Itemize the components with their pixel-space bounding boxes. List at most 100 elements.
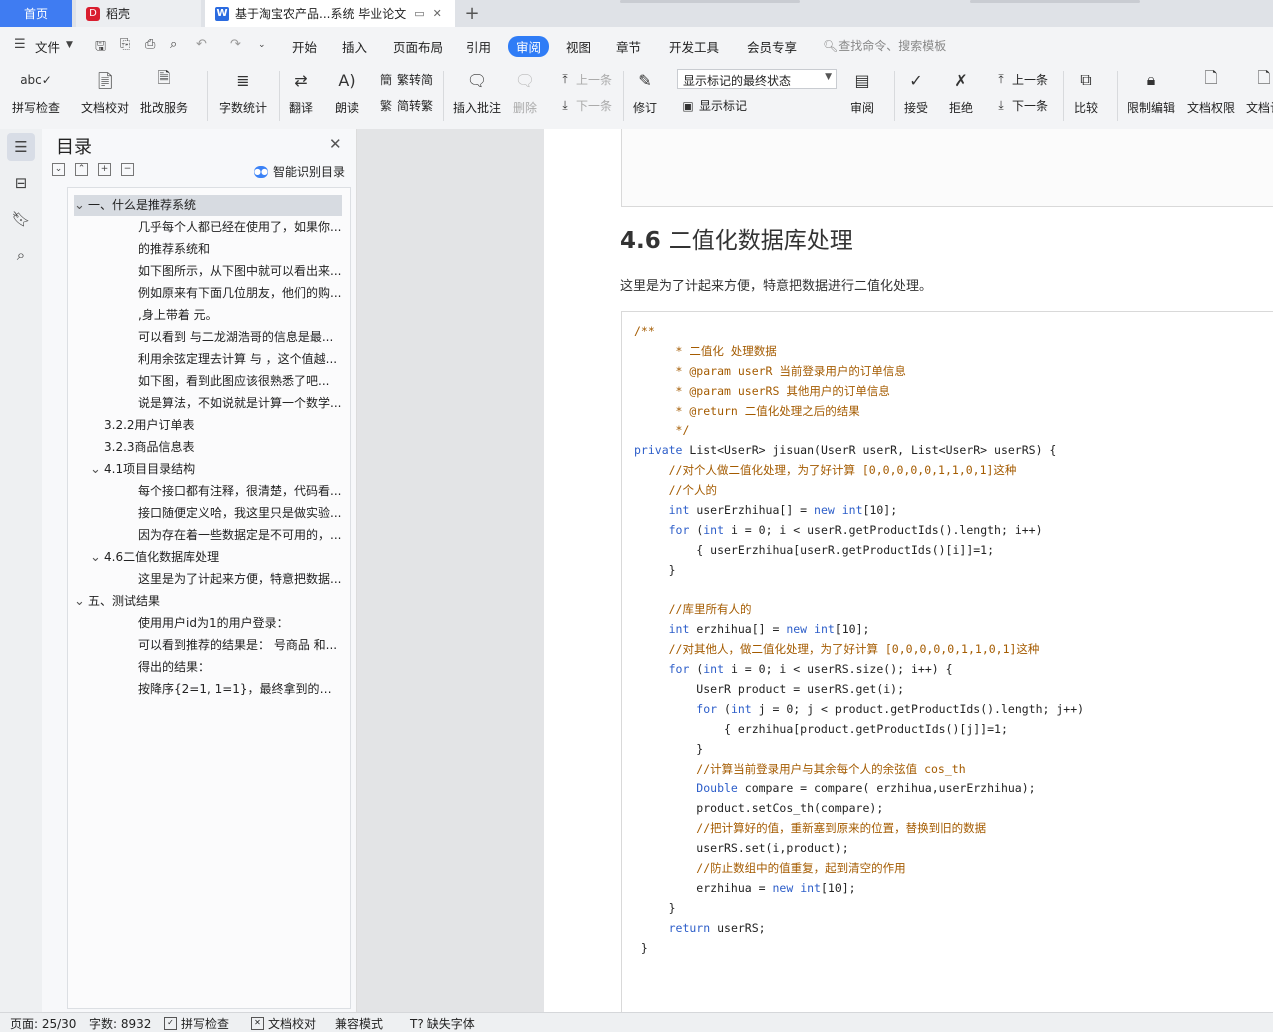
toc-item[interactable]: 因为存在着一些数据定是不可用的，... — [138, 525, 342, 546]
code-line: Double compare = compare( erzhihua,userE… — [634, 779, 1084, 799]
menu-review[interactable]: 审阅 — [508, 36, 550, 57]
tab-daoke[interactable]: D 稻壳 — [76, 0, 201, 27]
toc-item[interactable]: 如下图，看到此图应该很熟悉了吧... — [138, 371, 342, 392]
toc-item[interactable]: 几乎每个人都已经在使用了，如果你... — [138, 217, 342, 238]
chevron-down-icon[interactable]: ⌄ — [90, 547, 104, 568]
body-paragraph: 这里是为了计起来方便，特意把数据进行二值化处理。 — [620, 279, 933, 294]
show-markup-button[interactable]: ▣ 显示标记 — [680, 97, 747, 114]
tab-document[interactable]: W 基于淘宝农产品...系统 毕业论文 ▭ ✕ — [205, 0, 455, 27]
next-change-button[interactable]: ⤓ 下一条 — [993, 97, 1048, 114]
toc-item[interactable]: 得出的结果： — [138, 657, 342, 678]
reject-icon: ✗ — [954, 70, 968, 90]
customize-icon[interactable]: ⌄ — [258, 40, 266, 50]
prev-change-button[interactable]: ⤒ 上一条 — [993, 71, 1048, 88]
add-heading-icon[interactable]: + — [98, 163, 111, 176]
menu-page-layout[interactable]: 页面布局 — [393, 37, 443, 56]
redo-icon[interactable]: ↷ — [230, 37, 241, 52]
missing-font-button[interactable]: T? 缺失字体 — [410, 1015, 475, 1032]
toc-item[interactable]: 3.2.2用户订单表 — [104, 415, 342, 436]
revise-button[interactable]: ✎ 修订 — [632, 67, 658, 116]
chevron-down-icon[interactable]: ▼ — [66, 40, 73, 50]
translate-button[interactable]: ⇄ 翻译 — [288, 67, 314, 116]
toc-item[interactable]: 利用余弦定理去计算 与 ，这个值越... — [138, 349, 342, 370]
status-doc-proof[interactable]: ✕ 文档校对 — [251, 1015, 316, 1032]
smart-toc-button[interactable]: ●● 智能识别目录 — [254, 163, 345, 180]
delete-comment-button[interactable]: 🗨︎ 删除 — [512, 67, 538, 116]
chevron-down-icon[interactable]: ⌄ — [74, 591, 88, 612]
new-tab-button[interactable]: + — [458, 0, 486, 27]
expand-all-icon[interactable]: ⌄ — [52, 163, 65, 176]
revise-service-button[interactable]: 🗎 批改服务 — [140, 67, 188, 116]
reject-button[interactable]: ✗ 拒绝 — [948, 67, 974, 116]
print-icon[interactable]: ⎙ — [145, 37, 155, 52]
tab-close-icon[interactable]: ✕ — [433, 7, 442, 20]
save-icon[interactable]: 🖫 — [95, 37, 106, 59]
markup-state-select[interactable]: 显示标记的最终状态 ▼ — [677, 69, 837, 89]
translate-label: 翻译 — [288, 101, 313, 115]
bookmark-icon[interactable]: 🔖︎ — [7, 205, 35, 233]
chevron-down-icon[interactable]: ⌄ — [74, 195, 88, 216]
toc-item[interactable]: 这里是为了计起来方便，特意把数据... — [138, 569, 342, 590]
toc-item[interactable]: 例如原来有下面几位朋友，他们的购... — [138, 283, 342, 304]
menu-chapter[interactable]: 章节 — [616, 37, 641, 56]
page-indicator[interactable]: 页面: 25/30 — [10, 1015, 76, 1032]
toc-item[interactable]: 可以看到 与二龙湖浩哥的信息是最... — [138, 327, 342, 348]
toc-item[interactable]: 使用用户id为1的用户登录： — [138, 613, 342, 634]
undo-icon[interactable]: ↶ — [196, 37, 207, 52]
remove-heading-icon[interactable]: − — [121, 163, 134, 176]
toc-item[interactable]: 每个接口都有注释，很清楚，代码看... — [138, 481, 342, 502]
toc-item[interactable]: 接口随便定义哈，我这里只是做实验... — [138, 503, 342, 524]
chapter-nav-icon[interactable]: ⊟ — [7, 169, 35, 197]
status-spell-check[interactable]: ✓ 拼写检查 — [164, 1015, 229, 1032]
toc-panel-icon[interactable]: ☰ — [7, 133, 35, 161]
toc-item[interactable]: ⌄ 一、什么是推荐系统 — [74, 195, 342, 216]
doc-proof-button[interactable]: 📄︎ 文档校对 — [81, 67, 129, 116]
compare-button[interactable]: ⧉ 比较 — [1073, 67, 1099, 116]
toc-item[interactable]: ⌄ 4.1项目目录结构 — [90, 459, 342, 480]
toc-item[interactable]: 如下图所示，从下图中就可以看出来... — [138, 261, 342, 282]
toc-item[interactable]: 3.2.3商品信息表 — [104, 437, 342, 458]
restrict-edit-button[interactable]: 🔒︎ 限制编辑 — [1127, 67, 1175, 116]
spell-check-button[interactable]: abc✓ 拼写检查 — [12, 67, 60, 116]
command-search[interactable]: 🔍︎查找命令、搜索模板 — [823, 37, 946, 54]
next-comment-button[interactable]: ⤓ 下一条 — [557, 97, 612, 114]
close-icon[interactable]: ✕ — [329, 135, 342, 153]
menu-start[interactable]: 开始 — [292, 37, 317, 56]
menu-member[interactable]: 会员专享 — [747, 37, 797, 56]
tab-float-icon[interactable]: ▭ — [414, 7, 424, 20]
read-aloud-button[interactable]: A) 朗读 — [334, 67, 360, 116]
code-line: for (int i = 0; i < userRS.size(); i++) … — [634, 660, 1084, 680]
word-count-indicator[interactable]: 字数: 8932 — [89, 1015, 151, 1032]
toc-item[interactable]: 说是算法，不如说就是计算一个数学... — [138, 393, 342, 414]
code-token: ( — [689, 522, 704, 537]
print-preview-icon[interactable]: ⌕ — [170, 37, 177, 52]
search-icon[interactable]: ⌕ — [7, 241, 35, 269]
hamburger-icon[interactable]: ☰ — [14, 37, 26, 52]
read-aloud-icon: A) — [338, 70, 356, 90]
chevron-down-icon[interactable]: ⌄ — [90, 459, 104, 480]
toc-item[interactable]: 按降序{2=1, 1=1}，最终拿到的被推... — [138, 679, 342, 700]
toc-item-label: 得出的结果： — [138, 660, 211, 674]
collapse-all-icon[interactable]: ⌃ — [75, 163, 88, 176]
doc-cert-button[interactable]: 🗋 文档认 — [1246, 67, 1273, 116]
menu-reference[interactable]: 引用 — [466, 37, 491, 56]
menu-insert[interactable]: 插入 — [342, 37, 367, 56]
toc-item[interactable]: ⌄ 4.6二值化数据库处理 — [90, 547, 342, 568]
tab-home[interactable]: 首页 — [0, 0, 72, 27]
prev-comment-button[interactable]: ⤒ 上一条 — [557, 71, 612, 88]
word-count-button[interactable]: ≣ 字数统计 — [219, 67, 267, 116]
toc-item[interactable]: ,身上带着 元。 — [138, 305, 342, 326]
toc-item[interactable]: 可以看到推荐的结果是： 号商品 和... — [138, 635, 342, 656]
to-traditional-button[interactable]: 簡繁转简 — [378, 71, 433, 88]
menu-view[interactable]: 视图 — [566, 37, 591, 56]
export-pdf-icon[interactable]: ⎘ — [120, 37, 130, 52]
accept-button[interactable]: ✓ 接受 — [903, 67, 929, 116]
insert-comment-button[interactable]: 🗨︎ 插入批注 — [453, 67, 501, 116]
menu-developer[interactable]: 开发工具 — [669, 37, 719, 56]
review-pane-button[interactable]: ▤ 审阅 — [849, 67, 875, 116]
menu-file[interactable]: 文件 — [35, 37, 60, 56]
to-simplified-button[interactable]: 繁简转繁 — [378, 97, 433, 114]
doc-rights-button[interactable]: 🗋 文档权限 — [1187, 67, 1235, 116]
toc-item[interactable]: ⌄ 五、测试结果 — [74, 591, 342, 612]
toc-item[interactable]: 的推荐系统和 — [138, 239, 342, 260]
